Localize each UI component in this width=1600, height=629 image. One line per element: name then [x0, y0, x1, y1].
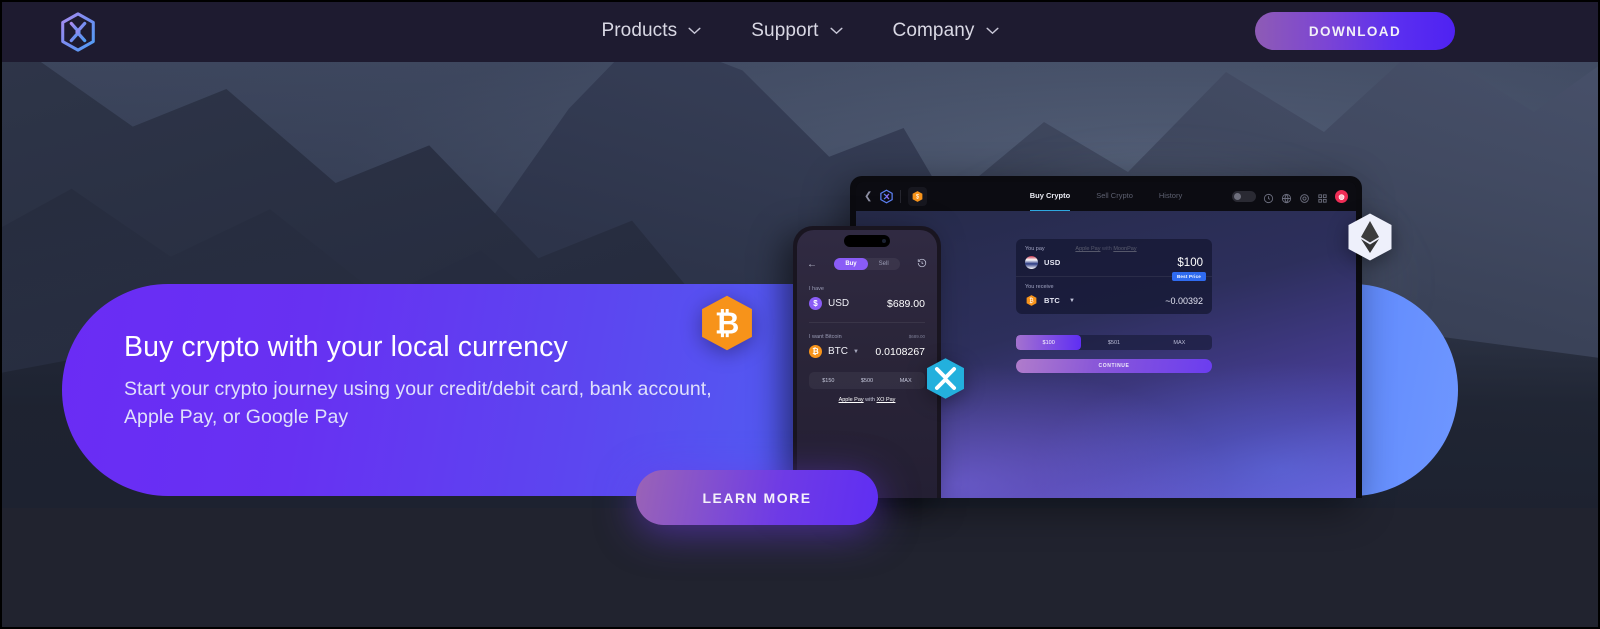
want-label: I want Bitcoin $689.00	[809, 334, 925, 340]
amount-option-2[interactable]: $501	[1081, 335, 1146, 350]
phone-payment-note: Apple Pay with XO Pay	[797, 397, 937, 403]
chevron-down-icon[interactable]: ▼	[1069, 298, 1075, 304]
chevron-down-icon	[688, 27, 701, 35]
tablet-amount-options: $100 $501 MAX	[1016, 335, 1212, 350]
xrp-hex-badge	[924, 357, 967, 400]
chevron-down-icon	[985, 27, 999, 35]
arrow-left-icon[interactable]: ←	[807, 259, 817, 270]
xo-pay-label: XO Pay	[876, 397, 896, 403]
us-flag-icon	[1025, 256, 1038, 269]
buy-sell-segment: Buy Sell	[834, 258, 900, 270]
want-amount: 0.0108267	[875, 345, 925, 358]
you-receive-row[interactable]: Best Price You receive ₿ BTC ▼ ~0.00392	[1016, 272, 1212, 314]
learn-more-button[interactable]: LEARN MORE	[636, 470, 878, 525]
phone-quick-amounts: $150 $500 MAX	[809, 372, 925, 389]
nav-item-support[interactable]: Support	[751, 20, 843, 42]
pay-currency: USD	[1044, 258, 1061, 267]
bitcoin-coin-icon: ₿	[809, 345, 822, 358]
segment-sell[interactable]: Sell	[868, 258, 900, 270]
page-body-background	[0, 508, 1600, 629]
you-pay-label: You pay	[1025, 246, 1045, 252]
want-currency: BTC	[828, 346, 848, 357]
nav-item-label: Company	[892, 20, 975, 41]
quick-amount-2[interactable]: $500	[848, 372, 887, 389]
chevron-down-icon[interactable]: ▼	[853, 349, 859, 355]
bitcoin-coin-icon: ₿	[1025, 294, 1038, 307]
hero-subtitle: Start your crypto journey using your cre…	[124, 377, 712, 429]
phone-want-section[interactable]: I want Bitcoin $689.00 ₿ BTC ▼ 0.0108267	[809, 334, 925, 358]
bitcoin-hex-badge: ₿	[698, 294, 756, 352]
divider	[809, 322, 925, 323]
tab-sell-crypto[interactable]: Sell Crypto	[1096, 191, 1133, 203]
best-price-badge: Best Price	[1171, 272, 1206, 281]
page-title: Buy crypto with your local currency	[124, 331, 568, 363]
have-currency: USD	[828, 298, 850, 309]
history-icon[interactable]	[917, 258, 927, 270]
phone-mockup: ← Buy Sell I have $ USD $689.00 I want B…	[793, 226, 941, 498]
tab-history[interactable]: History	[1159, 191, 1182, 203]
hero-copy: Buy crypto with your local currency Star…	[124, 330, 724, 432]
download-button[interactable]: DOWNLOAD	[1255, 12, 1455, 50]
phone-have-section[interactable]: I have $ USD $689.00	[809, 286, 925, 310]
tablet-topbar: ❮ $ Buy Crypto Sell Crypto History ◍	[856, 182, 1356, 214]
nav-item-company[interactable]: Company	[893, 20, 999, 42]
have-label: I have	[809, 286, 824, 292]
you-receive-label: You receive	[1025, 284, 1054, 290]
have-amount: $689.00	[887, 297, 925, 310]
phone-topbar: ← Buy Sell	[797, 258, 937, 270]
buy-crypto-card: You pay USD $100 Best Price You receive …	[1016, 239, 1212, 314]
receive-currency: BTC	[1044, 296, 1061, 305]
quick-amount-1[interactable]: $150	[809, 372, 848, 389]
segment-buy[interactable]: Buy	[834, 258, 868, 270]
usd-coin-icon: $	[809, 297, 822, 310]
pay-amount: $100	[1177, 256, 1203, 269]
tab-buy-crypto[interactable]: Buy Crypto	[1029, 191, 1071, 212]
you-pay-row[interactable]: You pay USD $100	[1016, 239, 1212, 276]
quick-amount-max[interactable]: MAX	[886, 372, 925, 389]
want-sublabel: $689.00	[908, 334, 925, 339]
receive-amount: ~0.00392	[1165, 295, 1203, 306]
ethereum-hex-badge	[1345, 212, 1395, 262]
phone-screen: ← Buy Sell I have $ USD $689.00 I want B…	[797, 230, 937, 498]
amount-option-1[interactable]: $100	[1016, 335, 1082, 350]
theme-toggle-switch[interactable]	[1232, 191, 1256, 202]
amount-option-3[interactable]: MAX	[1147, 335, 1212, 350]
nav-item-products[interactable]: Products	[601, 20, 701, 42]
landing-page: Buy crypto with your local currency Star…	[0, 0, 1600, 629]
phone-notch	[844, 235, 890, 247]
with-label: with	[865, 397, 875, 403]
svg-text:₿: ₿	[715, 307, 740, 340]
continue-button[interactable]: CONTINUE	[1016, 359, 1212, 373]
tablet-tabs: Buy Crypto Sell Crypto History	[856, 191, 1356, 212]
chevron-down-icon	[829, 27, 843, 35]
nav-item-label: Products	[601, 20, 678, 41]
apple-pay-label: Apple Pay	[838, 397, 864, 403]
top-navigation-bar: Products Support Company DOWNLOAD	[0, 0, 1600, 62]
nav-item-label: Support	[751, 20, 819, 41]
svg-text:₿: ₿	[1029, 298, 1034, 305]
